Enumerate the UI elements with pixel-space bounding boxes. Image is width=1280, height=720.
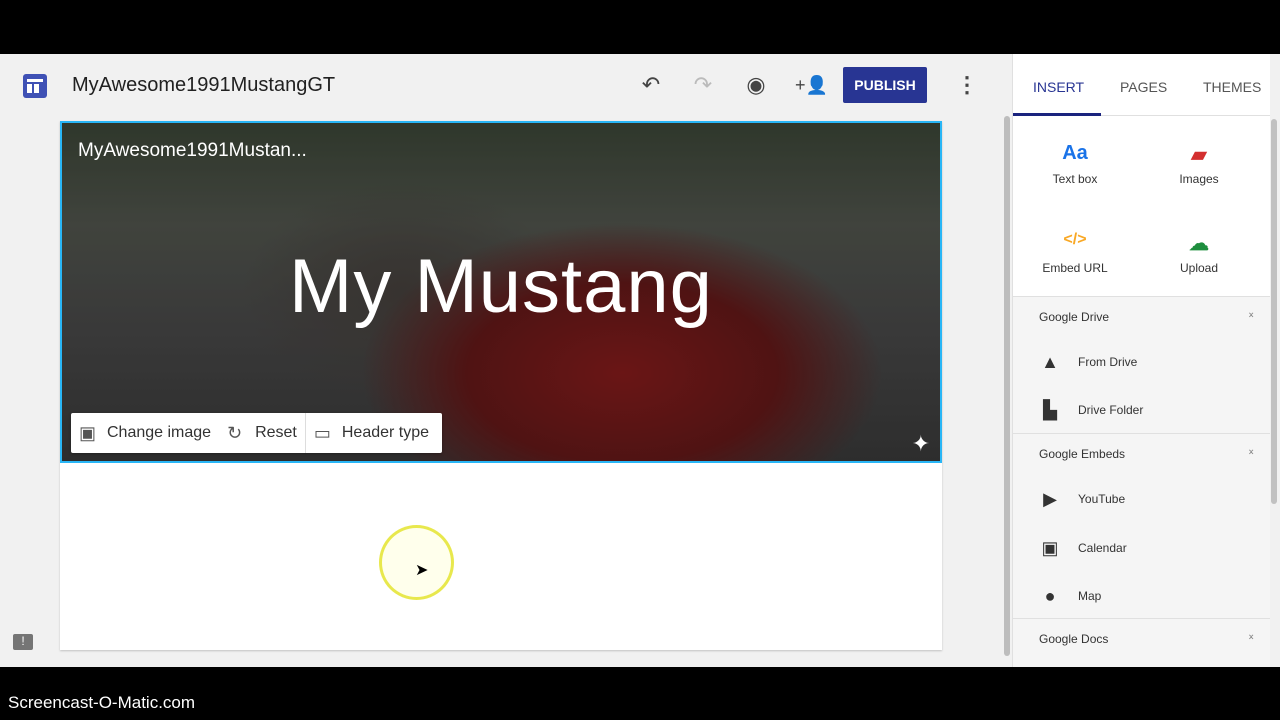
- undo-icon[interactable]: ↶: [638, 72, 664, 98]
- header-type-button[interactable]: ▭ Header type: [306, 413, 437, 453]
- canvas-scrollbar[interactable]: [1004, 116, 1010, 656]
- insert-text-box[interactable]: Aa Text box: [1015, 142, 1135, 186]
- collapse-chevron-icon[interactable]: ⌄ ⌃: [1247, 445, 1255, 462]
- header-title[interactable]: My Mustang: [62, 243, 940, 330]
- section-title[interactable]: Google Embeds: [1039, 447, 1125, 461]
- item-label: YouTube: [1078, 492, 1126, 506]
- section-google-drive: Google Drive ⌄ ⌃ ▲ From Drive ▙ Drive Folde…: [1013, 296, 1271, 433]
- upload-label: Upload: [1179, 261, 1219, 275]
- top-bar: MyAwesome1991MustangGT ↶ ↷ ◉ +👤 PUBLISH …: [0, 54, 1012, 116]
- sites-editor: MyAwesome1991MustangGT ↶ ↷ ◉ +👤 PUBLISH …: [0, 54, 1280, 667]
- calendar-icon: ▣: [1041, 538, 1059, 558]
- reset-button[interactable]: ↻ Reset: [219, 413, 305, 453]
- mouse-cursor-icon: ➤: [415, 562, 429, 579]
- text-box-label: Text box: [1052, 172, 1098, 186]
- map-item[interactable]: ● Map: [1039, 586, 1102, 606]
- sparkle-icon[interactable]: ✦: [912, 431, 930, 457]
- insert-upload[interactable]: ☁ Upload: [1139, 231, 1259, 275]
- tab-themes[interactable]: THEMES: [1203, 79, 1261, 95]
- publish-button[interactable]: PUBLISH: [843, 67, 927, 103]
- feedback-icon[interactable]: !: [13, 634, 33, 650]
- item-label: Map: [1078, 589, 1102, 603]
- site-name[interactable]: MyAwesome1991Mustan...: [78, 140, 307, 162]
- panel-tabs: INSERT PAGES THEMES: [1013, 54, 1270, 116]
- scrollbar-thumb[interactable]: [1271, 119, 1277, 504]
- tab-pages[interactable]: PAGES: [1120, 79, 1167, 95]
- item-label: Calendar: [1078, 541, 1127, 555]
- image-icon: ▣: [79, 423, 97, 443]
- site-title[interactable]: MyAwesome1991MustangGT: [72, 74, 335, 97]
- header-image[interactable]: MyAwesome1991Mustan... My Mustang ▣ Chang…: [60, 121, 942, 463]
- drive-folder-icon: ▙: [1043, 400, 1057, 420]
- section-title[interactable]: Google Docs: [1039, 632, 1108, 646]
- section-title[interactable]: Google Drive: [1039, 310, 1109, 324]
- drive-folder-item[interactable]: ▙ Drive Folder: [1039, 400, 1143, 420]
- reset-label: Reset: [255, 424, 297, 441]
- insert-images[interactable]: ▰ Images: [1139, 142, 1259, 186]
- more-vert-icon[interactable]: ⋮: [954, 72, 980, 98]
- panel-scrollbar[interactable]: [1270, 116, 1278, 667]
- item-label: Drive Folder: [1078, 403, 1144, 417]
- share-person-add-icon[interactable]: +👤: [795, 72, 828, 98]
- youtube-item[interactable]: ▶ YouTube: [1039, 489, 1125, 509]
- calendar-item[interactable]: ▣ Calendar: [1039, 538, 1127, 558]
- collapse-chevron-icon[interactable]: ⌄ ⌃: [1247, 308, 1255, 325]
- side-panel: INSERT PAGES THEMES Aa Text box ▰ Images <…: [1012, 54, 1271, 667]
- text-box-icon: Aa: [1062, 142, 1088, 164]
- images-label: Images: [1179, 172, 1219, 186]
- section-google-embeds: Google Embeds ⌄ ⌃ ▶ YouTube ▣ Calendar ● Map: [1013, 433, 1271, 618]
- upload-cloud-icon: ☁: [1189, 233, 1209, 255]
- item-label: From Drive: [1078, 355, 1138, 369]
- embed-code-icon: </>: [1063, 231, 1087, 248]
- google-sites-logo-icon[interactable]: [23, 74, 47, 98]
- header-type-icon: ▭: [313, 423, 331, 443]
- map-pin-icon: ●: [1044, 586, 1056, 606]
- tab-insert[interactable]: INSERT: [1033, 79, 1084, 95]
- insert-embed-url[interactable]: </> Embed URL: [1015, 231, 1135, 275]
- change-image-label: Change image: [107, 424, 212, 441]
- change-image-button[interactable]: ▣ Change image: [71, 413, 219, 453]
- images-icon: ▰: [1191, 144, 1207, 166]
- redo-icon[interactable]: ↷: [690, 72, 716, 98]
- page-canvas[interactable]: MyAwesome1991Mustan... My Mustang ▣ Chang…: [60, 121, 942, 650]
- embed-url-label: Embed URL: [1042, 261, 1108, 275]
- header-toolbar: ▣ Change image ↻ Reset ▭ Header type: [71, 413, 442, 453]
- drive-icon: ▲: [1041, 352, 1059, 372]
- active-tab-indicator: [1013, 113, 1101, 116]
- preview-eye-icon[interactable]: ◉: [743, 72, 769, 98]
- header-type-label: Header type: [341, 424, 430, 441]
- youtube-icon: ▶: [1043, 489, 1057, 509]
- from-drive-item[interactable]: ▲ From Drive: [1039, 352, 1137, 372]
- reset-icon: ↻: [227, 423, 243, 443]
- collapse-chevron-icon[interactable]: ⌄ ⌃: [1247, 630, 1255, 647]
- section-google-docs: Google Docs ⌄ ⌃: [1013, 618, 1271, 667]
- watermark: Screencast-O-Matic.com: [8, 693, 196, 712]
